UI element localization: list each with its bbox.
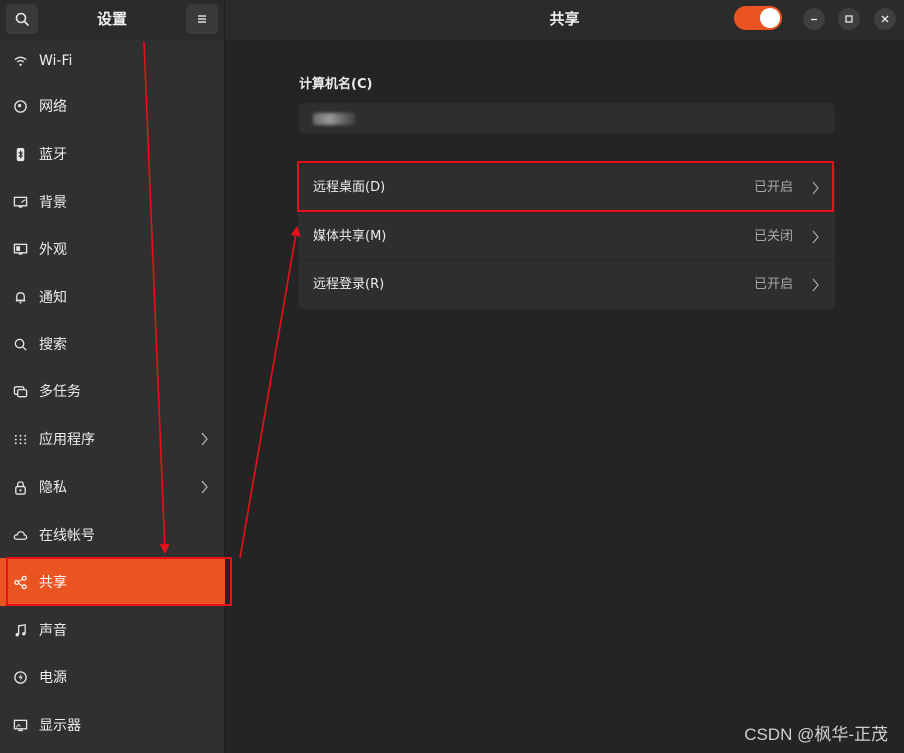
chevron-right-icon xyxy=(201,432,208,446)
sidebar-item-sound[interactable]: 声音 xyxy=(0,606,225,654)
minimize-icon xyxy=(811,18,817,21)
sidebar-item-label: 蓝牙 xyxy=(39,147,67,163)
sidebar-item-label: 显示器 xyxy=(39,718,81,734)
redacted-name xyxy=(313,113,355,125)
sidebar-item-power[interactable]: 电源 xyxy=(0,653,225,701)
music-note-icon xyxy=(12,622,28,638)
sidebar-item-bluetooth[interactable]: 蓝牙 xyxy=(0,130,225,178)
sidebar-item-notifications[interactable]: 通知 xyxy=(0,273,225,321)
row-label: 媒体共享(M) xyxy=(313,229,387,244)
row-status: 已开启 xyxy=(753,277,793,292)
sharing-toggle[interactable] xyxy=(734,6,782,30)
power-icon xyxy=(12,669,28,685)
maximize-icon xyxy=(845,15,853,23)
sidebar-item-online-accounts[interactable]: 在线帐号 xyxy=(0,511,225,559)
sidebar-item-multitasking[interactable]: 多任务 xyxy=(0,367,225,415)
sidebar-title: 设置 xyxy=(96,10,127,28)
row-media-sharing[interactable]: 媒体共享(M) 已关闭 xyxy=(298,212,835,260)
chevron-right-icon xyxy=(201,480,208,494)
sidebar-item-label: 声音 xyxy=(39,623,67,639)
sidebar-item-privacy[interactable]: 隐私 xyxy=(0,463,225,511)
annotation-highlight-sharing xyxy=(6,557,232,606)
computer-name-label: 计算机名(C) xyxy=(299,77,373,92)
search-button[interactable] xyxy=(6,4,38,34)
sidebar-item-label: 多任务 xyxy=(39,384,81,400)
search-icon xyxy=(12,336,28,352)
minimize-button[interactable] xyxy=(803,8,825,30)
sidebar-item-search[interactable]: 搜索 xyxy=(0,320,225,368)
cloud-icon xyxy=(12,527,28,543)
sidebar-item-label: 隐私 xyxy=(39,480,67,496)
appearance-icon xyxy=(12,241,28,257)
sidebar-item-label: 背景 xyxy=(39,195,67,211)
sidebar-item-network[interactable]: 网络 xyxy=(0,82,225,130)
wifi-icon xyxy=(12,53,28,69)
close-icon xyxy=(881,15,889,23)
network-icon xyxy=(12,98,28,114)
watermark: CSDN @枫华-正茂 xyxy=(744,725,888,744)
close-button[interactable] xyxy=(874,8,896,30)
menu-button[interactable] xyxy=(186,4,218,34)
sidebar-item-displays[interactable]: 显示器 xyxy=(0,701,225,749)
hamburger-icon xyxy=(198,15,206,23)
annotation-highlight-remote-desktop xyxy=(297,161,834,212)
row-label: 远程登录(R) xyxy=(313,277,385,292)
bluetooth-icon xyxy=(12,146,28,162)
sidebar-item-apps[interactable]: 应用程序 xyxy=(0,415,225,463)
lock-icon xyxy=(12,479,28,495)
main-header: 共享 xyxy=(225,0,904,40)
chevron-right-icon xyxy=(812,278,819,292)
header-bar: 设置 共享 xyxy=(0,0,904,40)
sidebar: Wi-Fi 网络 蓝牙 背景 外观 通知 搜索 多任务 应用程序 隐私 在线帐号… xyxy=(0,40,225,753)
sidebar-item-label: 搜索 xyxy=(39,337,67,353)
row-status: 已关闭 xyxy=(753,229,793,244)
sidebar-item-label: Wi-Fi xyxy=(39,53,73,69)
chevron-right-icon xyxy=(812,230,819,244)
display-icon xyxy=(12,717,28,733)
maximize-button[interactable] xyxy=(838,8,860,30)
apps-grid-icon xyxy=(12,431,28,447)
sidebar-item-label: 外观 xyxy=(39,242,67,258)
search-icon xyxy=(15,12,29,26)
sidebar-item-label: 在线帐号 xyxy=(39,528,95,544)
sidebar-item-label: 电源 xyxy=(39,670,67,686)
bell-icon xyxy=(12,289,28,305)
background-icon xyxy=(12,194,28,210)
row-remote-login[interactable]: 远程登录(R) 已开启 xyxy=(298,260,835,308)
sidebar-item-label: 网络 xyxy=(39,99,67,115)
main-panel: 计算机名(C) 远程桌面(D) 已开启 媒体共享(M) 已关闭 远程登录(R) … xyxy=(226,40,904,753)
sidebar-item-label: 应用程序 xyxy=(39,432,95,448)
multitasking-icon xyxy=(12,383,28,399)
sidebar-item-background[interactable]: 背景 xyxy=(0,178,225,226)
sidebar-header: 设置 xyxy=(0,0,225,40)
toggle-knob xyxy=(760,8,780,28)
sidebar-item-label: 通知 xyxy=(39,290,67,306)
sidebar-item-wifi[interactable]: Wi-Fi xyxy=(0,37,225,85)
computer-name-field[interactable] xyxy=(298,102,835,134)
sidebar-item-appearance[interactable]: 外观 xyxy=(0,225,225,273)
